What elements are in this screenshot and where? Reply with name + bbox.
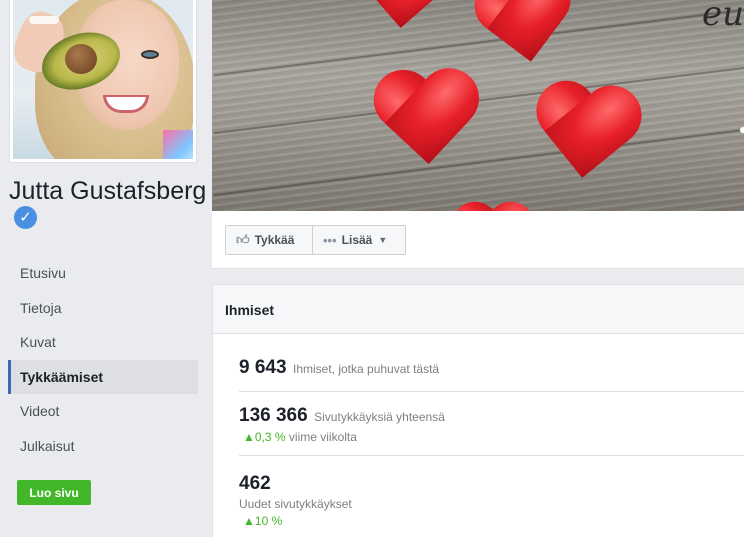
- nav-item-tykkaamiset[interactable]: Tykkäämiset: [8, 359, 198, 394]
- stat-total-likes[interactable]: 136 366 Sivutykkäyksiä yhteensä ▲0,3 % v…: [239, 405, 744, 444]
- page-name-text: Jutta Gustafsberg: [9, 177, 207, 205]
- divider: [239, 455, 744, 456]
- trend-up-icon: ▲: [243, 430, 255, 444]
- nav-item-etusivu[interactable]: Etusivu: [8, 256, 198, 291]
- people-panel-title: Ihmiset: [213, 285, 744, 334]
- new-likes-change: 10 %: [254, 514, 283, 528]
- ellipsis-icon: •••: [323, 232, 337, 248]
- like-button[interactable]: 👍︎ Tykkää: [225, 225, 313, 255]
- nav-item-tietoja[interactable]: Tietoja: [8, 291, 198, 326]
- more-button[interactable]: ••• Lisää ▼: [313, 225, 406, 255]
- page-nav: Etusivu Tietoja Kuvat Tykkäämiset Videot…: [8, 256, 198, 463]
- divider: [239, 391, 744, 392]
- left-column: Jutta Gustafsberg✓ Etusivu Tietoja Kuvat…: [0, 0, 211, 537]
- talking-count: 9 643: [239, 357, 287, 378]
- total-likes-label: Sivutykkäyksiä yhteensä: [314, 410, 445, 424]
- page-title[interactable]: Jutta Gustafsberg✓: [9, 177, 209, 233]
- verified-check-icon: ✓: [14, 205, 37, 229]
- nav-item-julkaisut[interactable]: Julkaisut: [8, 429, 198, 464]
- like-label: Tykkää: [254, 233, 295, 247]
- stat-new-likes[interactable]: 462 Uudet sivutykkäykset ▲10 %: [239, 473, 744, 528]
- stat-talking[interactable]: 9 643 Ihmiset, jotka puhuvat tästä: [239, 357, 744, 379]
- action-bar: 👍︎ Tykkää ••• Lisää ▼: [212, 211, 744, 269]
- total-likes-change-suffix: viime viikolta: [288, 430, 357, 444]
- total-likes-trend: ▲0,3 % viime viikolta: [239, 430, 744, 444]
- action-buttons: 👍︎ Tykkää ••• Lisää ▼: [225, 225, 406, 255]
- talking-label: Ihmiset, jotka puhuvat tästä: [293, 362, 440, 376]
- new-likes-label: Uudet sivutykkäykset: [239, 497, 352, 511]
- people-panel: Ihmiset 9 643 Ihmiset, jotka puhuvat täs…: [212, 284, 744, 537]
- thumbs-up-icon: 👍︎: [236, 232, 250, 247]
- total-likes-change: 0,3 %: [254, 430, 286, 444]
- more-label: Lisää: [341, 233, 373, 247]
- create-page-button[interactable]: Luo sivu: [17, 480, 91, 505]
- new-likes-trend: ▲10 %: [239, 514, 744, 528]
- nav-item-videot[interactable]: Videot: [8, 394, 198, 429]
- caret-down-icon: ▼: [378, 235, 388, 245]
- new-likes-count: 462: [239, 473, 271, 494]
- nav-item-kuvat[interactable]: Kuvat: [8, 325, 198, 360]
- cover-photo[interactable]: eu: [212, 0, 744, 211]
- total-likes-count: 136 366: [239, 405, 308, 426]
- trend-up-icon: ▲: [243, 514, 255, 528]
- profile-picture[interactable]: [9, 0, 197, 163]
- cover-script-decoration: eu: [701, 0, 744, 34]
- profile-photo: [13, 0, 193, 159]
